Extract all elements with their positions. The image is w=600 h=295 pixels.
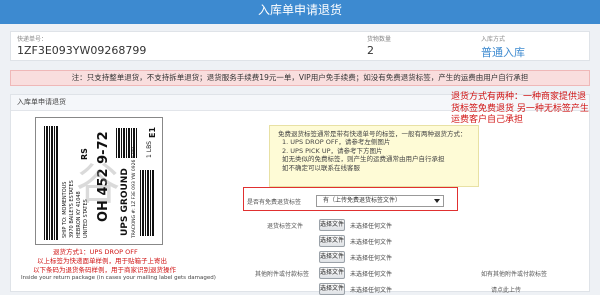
info-line-3: 2. UPS PICK UP，请参考下方图片 [282,146,383,155]
info-line-5: 如不确定可以联系在线客服 [282,163,360,172]
quantity-field: 货物数量 2 [367,34,391,57]
label-barcode-left [44,126,58,240]
tracking-line: TRACKING #: 1Z F3E 093 YW 0926 8799 [132,146,137,238]
choose-file-button-1[interactable]: 选择文件 [319,219,345,231]
return-label-file-label: 退货标签文件 [267,223,304,230]
other-attachment-note: 如有其他附件或付款标签 [481,271,548,278]
quantity-label: 货物数量 [367,36,392,43]
tracking-value: 1ZF3E093YW09268799 [17,44,147,57]
inbound-type-value: 普通入库 [481,46,525,59]
return-notice: 注：只支持整单退货，不支持拆单退货；退货服务手续费19元一单，VIP用户免手续费… [10,70,590,86]
free-label-question: 是否有免费退货标签 [247,199,302,206]
free-label-select-value: 有（上传免费退货标签文件） [323,197,402,204]
watermark-stamp: 谷 [76,159,120,210]
upload-note: 请点此上传 [491,287,522,294]
page-title: 入库单申请退货 [257,3,342,17]
no-file-text-4: 未选择任何文件 [350,271,393,278]
return-method-annotation: 退货方式有两种：一种商家提供退货标签免费退货 另一种无标签产生运费客户自己承担 [451,92,589,125]
no-file-text-5: 未选择任何文件 [350,287,393,294]
tracking-field: 快递单号： 1ZF3E093YW09268799 [17,34,146,57]
choose-file-button-4[interactable]: 选择文件 [319,267,345,279]
free-label-info-box: 免费退货标签通常是带有快递单号的标签，一般有两种退货方式： 1. UPS DRO… [269,125,479,187]
quantity-value: 2 [367,44,374,57]
choose-file-button-2[interactable]: 选择文件 [319,235,345,247]
info-line-2: 1. UPS DROP OFF，请参考左侧图片 [282,138,391,147]
label-barcode-right [140,170,154,236]
code-e1: E1 [148,126,157,138]
chevron-down-icon [434,199,440,203]
no-file-text-3: 未选择任何文件 [350,255,393,262]
order-info-bar: 快递单号： 1ZF3E093YW09268799 货物数量 2 入库方式 普通入… [10,31,590,61]
choose-file-button-5[interactable]: 选择文件 [319,283,345,295]
no-file-text-1: 未选择任何文件 [350,223,393,230]
tracking-label: 快递单号： [17,36,48,43]
inbound-type-field: 入库方式 普通入库 [481,34,525,60]
service-name: UPS GROUND [120,168,130,236]
shipping-label-sample: SHIP TO: MOMENTOUS 3970 BAILEYS ESTATES … [35,117,163,245]
free-label-select[interactable]: 有（上传免费退货标签文件） [316,195,444,207]
no-file-text-2: 未选择任何文件 [350,239,393,246]
inbound-type-label: 入库方式 [481,36,506,43]
label-footer: Inside your return package (in cases you… [21,275,216,281]
page-header: 入库单申请退货 [0,0,600,24]
weight: 1 LBS [146,141,153,158]
choose-file-button-3[interactable]: 选择文件 [319,251,345,263]
other-attachment-label: 其他附件或付款标签 [255,271,310,278]
info-line-4: 如无类似的免费标签，则产生的运费通常由用户自行承担 [282,155,445,164]
ship-to-line-1: SHIP TO: MOMENTOUS [62,181,68,238]
ship-to-line-2: 3970 BAILEYS ESTATES [69,180,75,238]
barcode-sample-note: 以下条码为退货条码样例，用于商家识别退货操作 [33,266,176,274]
